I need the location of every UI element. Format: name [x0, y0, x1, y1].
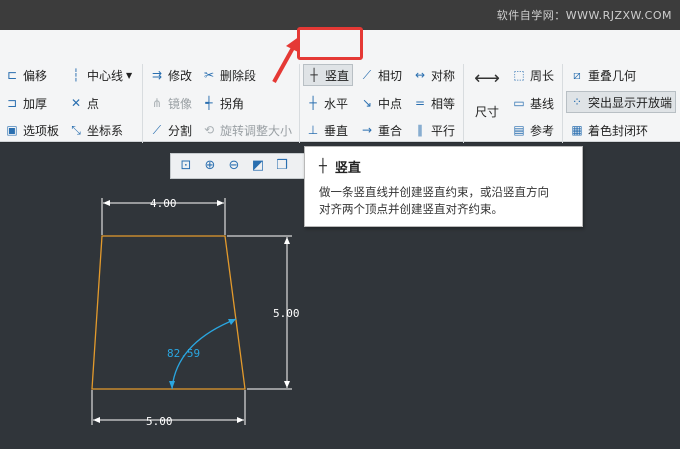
highlight-open-ends-button[interactable]: ⁘ 突出显示开放端 — [566, 91, 677, 113]
offset-button[interactable]: ⊏ 偏移 — [2, 64, 50, 86]
highlight-open-ends-icon: ⁘ — [571, 95, 583, 109]
zoom-out-icon[interactable]: ⊖ — [225, 157, 243, 175]
point-icon: ✕ — [70, 96, 82, 110]
thicken-icon: ⊐ — [6, 96, 18, 110]
horizontal-button[interactable]: ┼ 水平 — [303, 92, 351, 114]
parallel-icon: ∥ — [417, 123, 423, 137]
dimension-label-top: 4.00 — [150, 197, 177, 210]
corner-button[interactable]: ┽ 拐角 — [199, 92, 247, 114]
corner-icon: ┽ — [205, 96, 213, 110]
title-bar: 软件自学网：WWW.RJZXW.COM — [0, 0, 680, 30]
mirror-icon: ⋔ — [151, 96, 163, 110]
reference-button[interactable]: ▤ 参考 — [509, 119, 557, 141]
divide-button[interactable]: ⟋ 分割 — [147, 119, 195, 141]
overlap-geometry-button[interactable]: ⧄ 重叠几何 — [567, 64, 639, 86]
baseline-button[interactable]: ▭ 基线 — [509, 92, 557, 114]
sketch-trapezoid[interactable] — [91, 235, 246, 390]
pointer-arrow — [272, 36, 300, 83]
palette-button[interactable]: ▣ 选项板 — [2, 119, 62, 141]
centerline-button[interactable]: ┆ 中心线 ▼ — [66, 64, 135, 86]
modify-icon: ⇉ — [151, 68, 163, 82]
equal-button[interactable]: = 相等 — [410, 92, 458, 114]
perpendicular-icon: ⊥ — [307, 123, 319, 137]
vertical-icon: ┼ — [319, 159, 327, 174]
zoom-in-icon[interactable]: ⊕ — [201, 157, 219, 175]
baseline-icon: ▭ — [513, 96, 525, 110]
offset-icon: ⊏ — [6, 68, 18, 82]
divide-icon: ⟋ — [152, 123, 162, 137]
horizontal-icon: ┼ — [309, 96, 317, 110]
tooltip-title: ┼ 竖直 — [319, 159, 361, 176]
tooltip-description: 做一条竖直线并创建竖直约束，或沿竖直方向 对齐两个顶点并创建竖直对齐约束。 — [319, 185, 549, 216]
watermark: 软件自学网：WWW.RJZXW.COM — [496, 9, 672, 22]
delete-segment-icon: ✂ — [203, 68, 215, 82]
palette-icon: ▣ — [6, 123, 18, 137]
rotate-resize-button[interactable]: ⟲ 旋转调整大小 — [199, 119, 295, 141]
chevron-down-icon[interactable]: ▼ — [126, 71, 132, 80]
symmetric-button[interactable]: ↔ 对称 — [410, 64, 458, 86]
tangent-button[interactable]: ⟋ 相切 — [357, 64, 405, 86]
equal-icon: = — [414, 96, 426, 110]
shade-closed-loops-button[interactable]: ▦ 着色封闭环 — [567, 119, 651, 141]
tangent-icon: ⟋ — [362, 68, 372, 82]
dimension-button[interactable]: ⟷ 尺寸 — [469, 68, 505, 120]
perpendicular-button[interactable]: ⊥ 垂直 — [303, 119, 351, 141]
dimension-label-height: 5.00 — [273, 307, 300, 320]
reference-icon: ▤ — [513, 123, 525, 137]
highlight-callout — [297, 27, 363, 60]
perimeter-button[interactable]: ⬚ 周长 — [509, 64, 557, 86]
rotate-resize-icon: ⟲ — [203, 123, 215, 137]
midpoint-button[interactable]: ↘ 中点 — [357, 92, 405, 114]
dimension-label-bottom: 5.00 — [146, 415, 173, 428]
symmetric-icon: ↔ — [414, 68, 426, 82]
midpoint-icon: ↘ — [361, 96, 373, 110]
point-button[interactable]: ✕ 点 — [66, 92, 102, 114]
delete-segment-button[interactable]: ✂ 删除段 — [199, 64, 259, 86]
coincident-button[interactable]: → 重合 — [357, 119, 405, 141]
coincident-icon: → — [361, 123, 373, 137]
parallel-button[interactable]: ∥ 平行 — [410, 119, 458, 141]
tooltip: ┼ 竖直 做一条竖直线并创建竖直约束，或沿竖直方向 对齐两个顶点并创建竖直对齐约束… — [304, 146, 583, 227]
display-style-icon[interactable]: ◩ — [249, 157, 267, 175]
view-orient-icon[interactable]: ❒ — [273, 157, 291, 175]
modify-button[interactable]: ⇉ 修改 — [147, 64, 195, 86]
perimeter-icon: ⬚ — [513, 68, 525, 82]
thicken-button[interactable]: ⊐ 加厚 — [2, 92, 50, 114]
angle-label: 82.59 — [167, 347, 200, 360]
shade-closed-loops-icon: ▦ — [571, 123, 583, 137]
coordsys-button[interactable]: ⤡ 坐标系 — [66, 119, 126, 141]
zoom-fit-icon[interactable]: ⊡ — [177, 157, 195, 175]
coordinate-system-icon: ⤡ — [71, 123, 81, 137]
overlap-geometry-icon: ⧄ — [573, 68, 581, 82]
centerline-icon: ┆ — [72, 68, 80, 82]
vertical-icon: ┼ — [310, 68, 318, 82]
dimension-icon: ⟷ — [474, 68, 500, 89]
view-toolbar: ⊡ ⊕ ⊖ ◩ ❒ — [170, 153, 306, 179]
mirror-button[interactable]: ⋔ 镜像 — [147, 92, 195, 114]
vertical-constraint-button[interactable]: ┼ 竖直 — [303, 64, 354, 86]
